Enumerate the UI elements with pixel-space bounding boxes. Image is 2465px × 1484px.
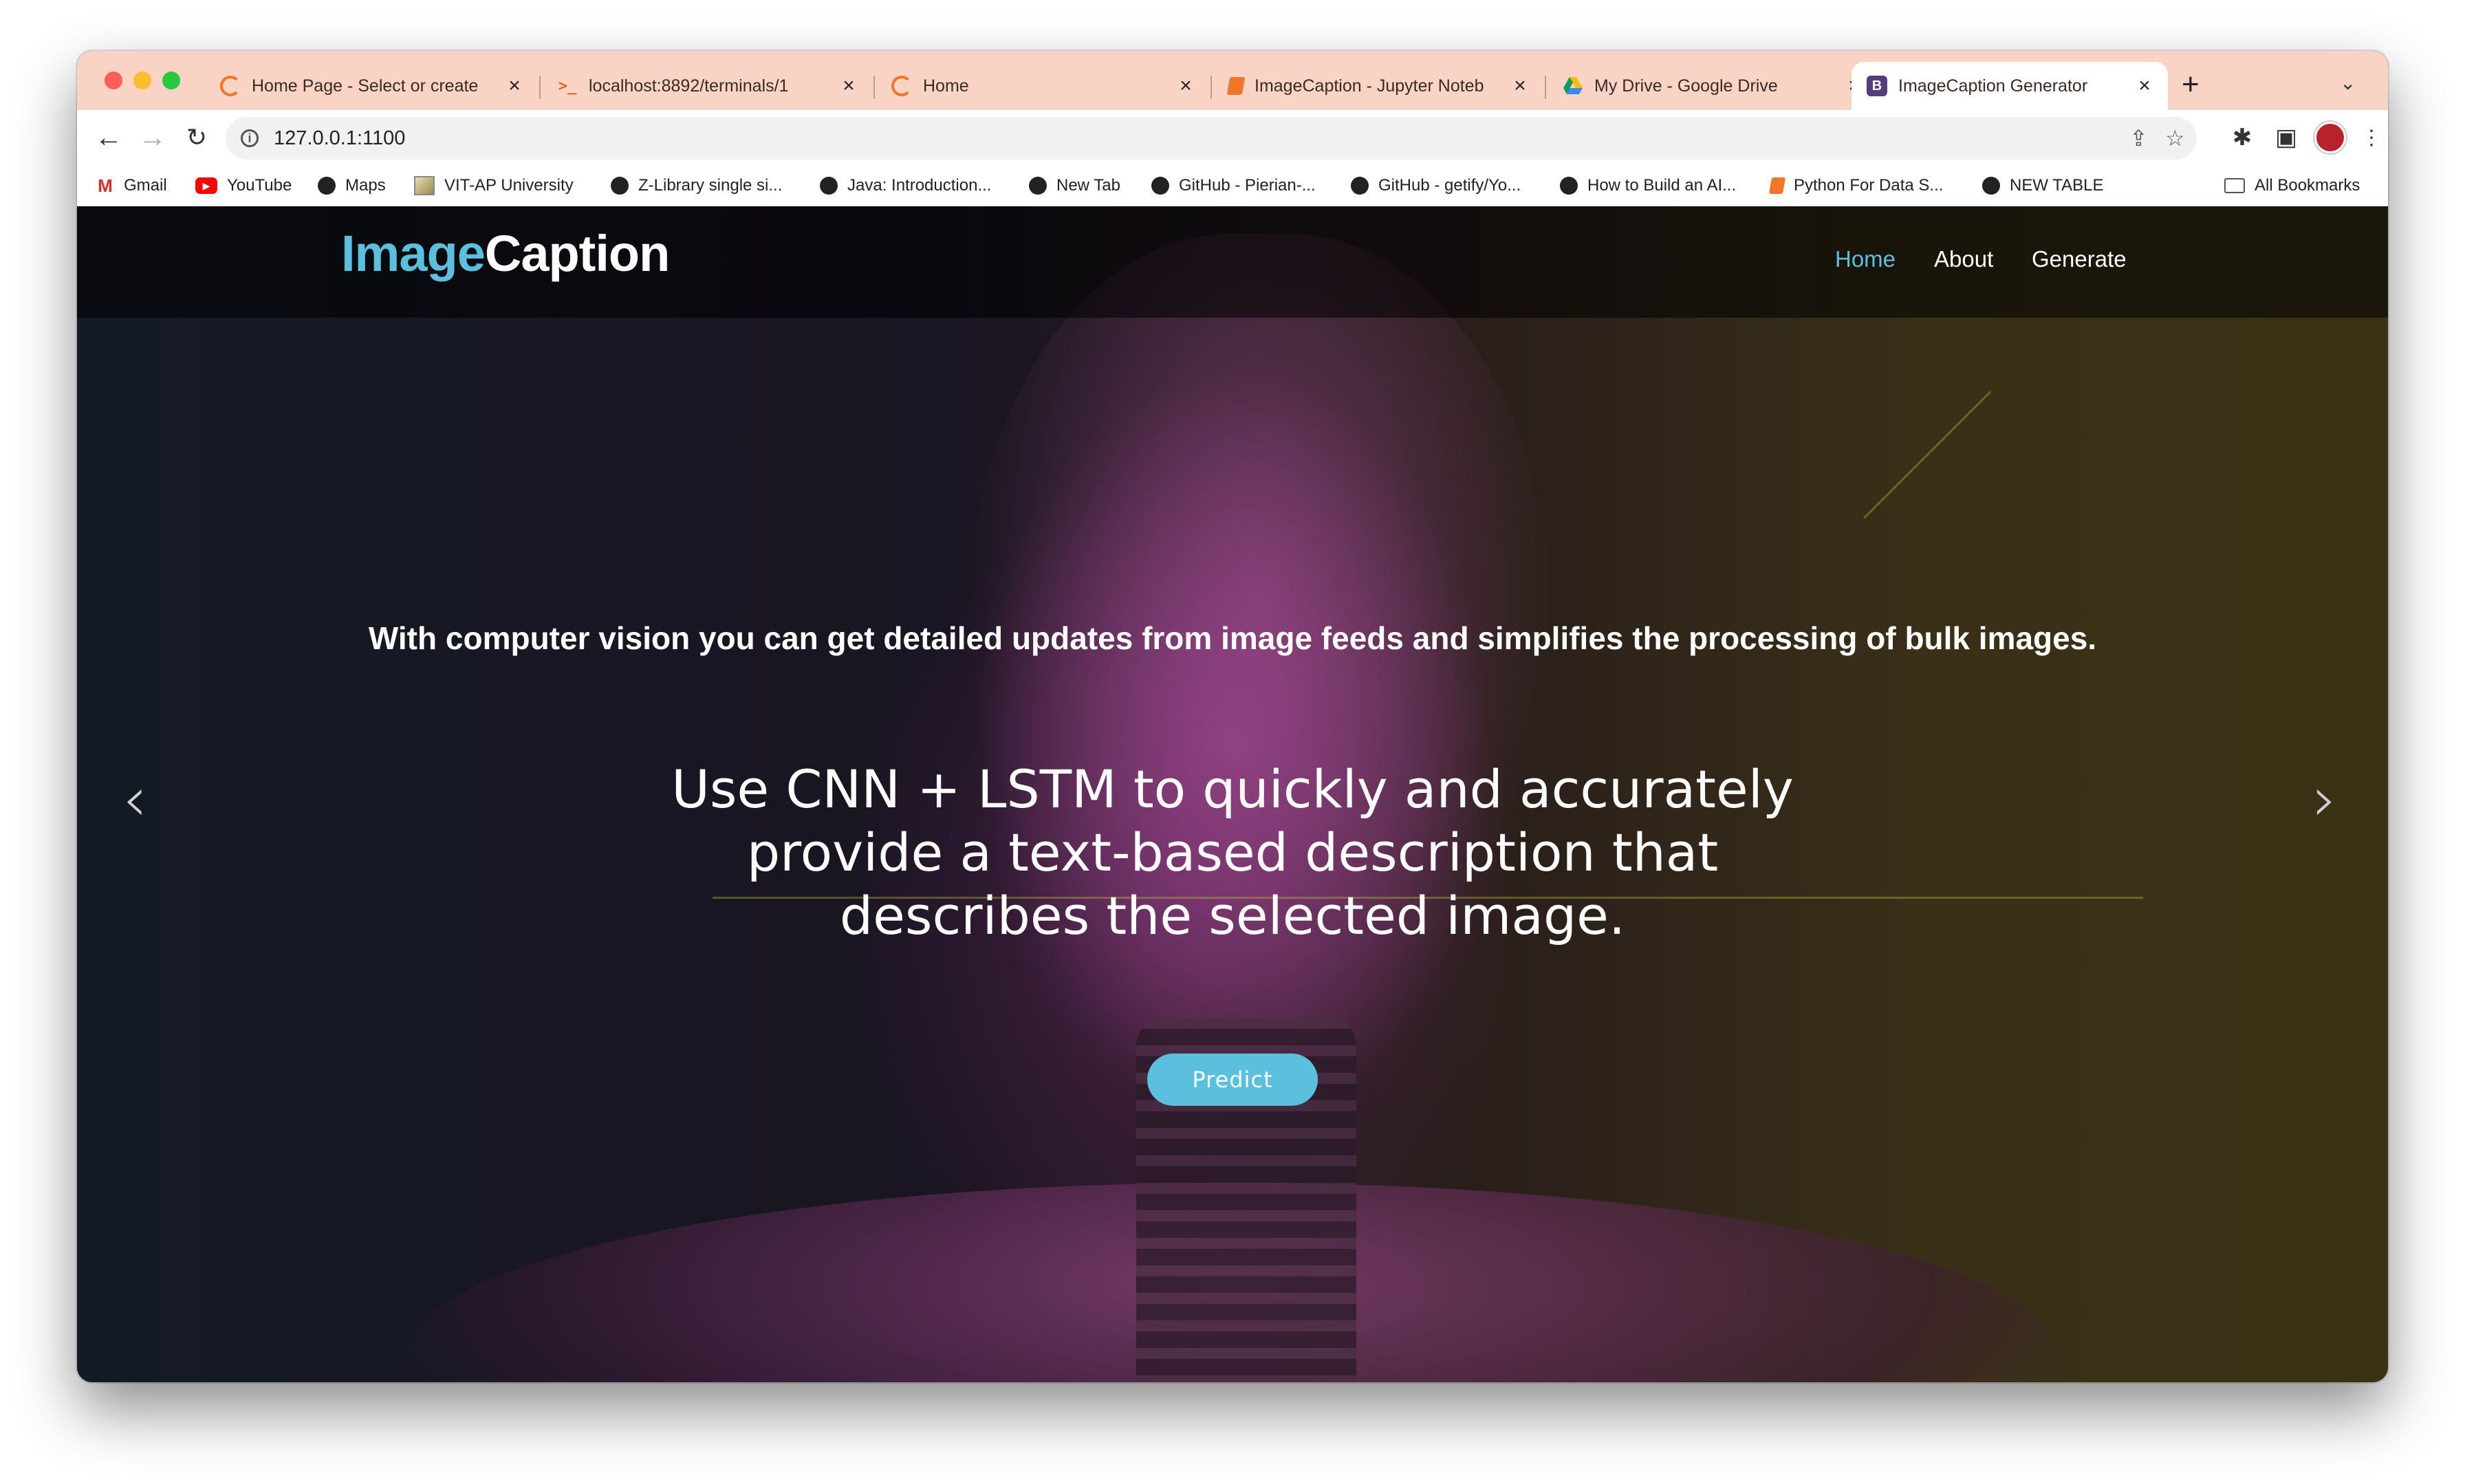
profile-avatar[interactable] (2312, 120, 2348, 155)
bookmark-python-data[interactable]: Python For Data S... (1768, 172, 1943, 199)
jupyter-icon (891, 76, 912, 96)
bookmark-build-ai[interactable]: How to Build an AI... (1560, 172, 1736, 199)
site-logo[interactable]: ImageCaption (341, 224, 670, 283)
browser-toolbar: ← → ↻ i 127.0.0.1:1100 ⇪ ☆ ✱ ▣ ⋮ (77, 110, 2388, 165)
globe-icon (611, 177, 629, 195)
url-text[interactable]: 127.0.0.1:1100 (274, 127, 405, 150)
bookmark-github-getify[interactable]: GitHub - getify/Yo... (1351, 172, 1521, 199)
tab-home[interactable]: Home × (876, 62, 1209, 110)
hero-headline: Use CNN + LSTM to quickly and accurately… (671, 759, 1794, 946)
share-icon[interactable]: ⇪ (2129, 125, 2148, 151)
github-icon (1151, 177, 1169, 195)
nav-home[interactable]: Home (1835, 246, 1896, 272)
close-icon[interactable]: × (2136, 74, 2153, 98)
bookmark-java[interactable]: Java: Introduction... (820, 172, 991, 199)
tab-separator (1210, 76, 1212, 99)
bookmark-new-table[interactable]: NEW TABLE (1982, 172, 2103, 199)
bookmark-vit-ap[interactable]: VIT-AP University (414, 172, 574, 199)
bootstrap-icon: B (1867, 76, 1887, 96)
circuit-line (1863, 391, 1991, 519)
carousel-next-icon[interactable]: › (2312, 763, 2337, 836)
tab-notebook[interactable]: ImageCaption - Jupyter Noteb × (1213, 62, 1543, 110)
nav-generate[interactable]: Generate (2032, 246, 2127, 272)
extensions-icon[interactable]: ✱ (2224, 120, 2260, 155)
terminal-icon: >_ (558, 77, 577, 95)
hero-subtitle: With computer vision you can get detaile… (368, 620, 2097, 656)
globe-icon (1029, 177, 1047, 195)
tab-separator (539, 76, 541, 99)
new-tab-button[interactable]: + (2182, 67, 2200, 102)
bookmark-youtube[interactable]: ▶ YouTube (195, 172, 292, 199)
tab-google-drive[interactable]: My Drive - Google Drive × (1548, 62, 1878, 110)
image-icon (414, 176, 435, 195)
bookmarks-bar: M Gmail ▶ YouTube Maps VIT-AP University… (77, 165, 2388, 207)
close-window-button[interactable] (105, 72, 122, 89)
back-icon[interactable]: ← (91, 120, 127, 155)
nav-about[interactable]: About (1934, 246, 1993, 272)
predict-button[interactable]: Predict (1147, 1054, 1318, 1106)
tab-separator (873, 76, 875, 99)
bookmark-gmail[interactable]: M Gmail (96, 172, 167, 199)
minimize-window-button[interactable] (133, 72, 151, 89)
site-navbar: ImageCaption Home About Generate (77, 206, 2388, 318)
reload-icon[interactable]: ↻ (179, 120, 215, 155)
bookmark-z-library[interactable]: Z-Library single si... (611, 172, 782, 199)
maximize-window-button[interactable] (162, 72, 180, 89)
bookmark-new-tab[interactable]: New Tab (1029, 172, 1120, 199)
tab-separator (1545, 76, 1546, 99)
carousel-prev-icon[interactable]: ‹ (122, 763, 147, 836)
folder-icon (2224, 178, 2245, 193)
globe-icon (1351, 177, 1369, 195)
hero-section: ImageCaption Home About Generate With co… (77, 206, 2388, 1382)
jupyter-icon (220, 76, 241, 96)
tab-imagecaption-generator[interactable]: B ImageCaption Generator × (1852, 62, 2168, 110)
forward-icon[interactable]: → (135, 120, 171, 155)
tab-home-page[interactable]: Home Page - Select or create × (205, 62, 538, 110)
browser-window: Home Page - Select or create × >_ localh… (77, 51, 2388, 1382)
close-icon[interactable]: × (506, 74, 523, 98)
hero-background-robot (964, 234, 1556, 1128)
google-drive-icon (1563, 76, 1583, 96)
bookmark-maps[interactable]: Maps (318, 172, 386, 199)
address-bar[interactable]: i 127.0.0.1:1100 ⇪ ☆ (226, 117, 2197, 160)
globe-icon (1982, 177, 2000, 195)
globe-icon (820, 177, 838, 195)
close-icon[interactable]: × (1177, 74, 1194, 98)
tab-search-chevron-icon[interactable]: ⌄ (2340, 72, 2356, 94)
close-icon[interactable]: × (1512, 74, 1528, 98)
bookmark-star-icon[interactable]: ☆ (2165, 125, 2185, 151)
side-panel-icon[interactable]: ▣ (2268, 120, 2304, 155)
browser-menu-icon[interactable]: ⋮ (2354, 120, 2388, 155)
tab-strip: Home Page - Select or create × >_ localh… (77, 51, 2388, 110)
globe-icon (318, 177, 336, 195)
all-bookmarks[interactable]: All Bookmarks (2224, 172, 2360, 199)
jupyter-icon (1768, 177, 1786, 194)
youtube-icon: ▶ (195, 177, 217, 194)
tab-terminal[interactable]: >_ localhost:8892/terminals/1 × (542, 62, 872, 110)
site-info-icon[interactable]: i (241, 129, 259, 147)
globe-icon (1560, 177, 1578, 195)
close-icon[interactable]: × (840, 74, 857, 98)
gmail-icon: M (98, 175, 113, 196)
bookmark-github-pierian[interactable]: GitHub - Pierian-... (1151, 172, 1316, 199)
notebook-icon (1226, 77, 1246, 95)
